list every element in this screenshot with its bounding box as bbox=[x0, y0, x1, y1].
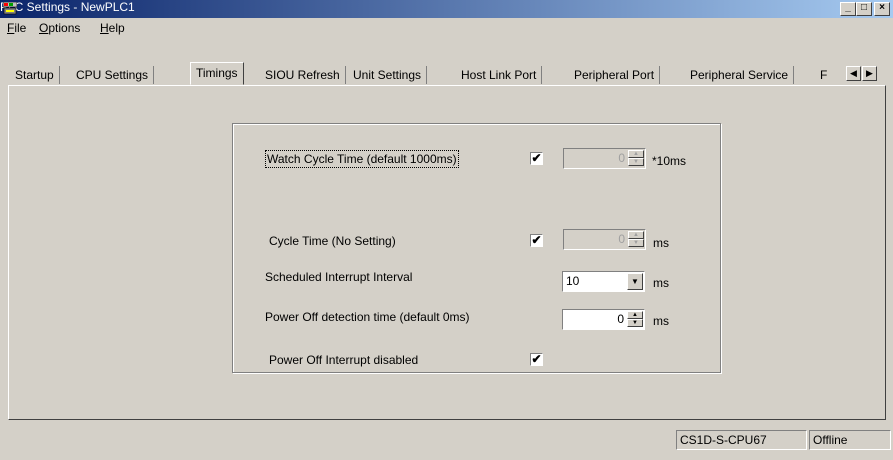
title-bar[interactable]: PLC Settings - NewPLC1 _ □ × bbox=[0, 0, 893, 18]
tab-scroll-right-icon[interactable]: ▶ bbox=[862, 66, 877, 81]
tab-peripheral-port[interactable]: Peripheral Port bbox=[569, 66, 661, 84]
minimize-button[interactable]: _ bbox=[840, 2, 856, 16]
power-off-interrupt-checkbox[interactable]: ✔ bbox=[530, 353, 543, 366]
spin-down-icon[interactable]: ▼ bbox=[628, 158, 644, 166]
cycle-time-spinner[interactable]: 0 ▲ ▼ bbox=[563, 229, 646, 250]
window-title: PLC Settings - NewPLC1 bbox=[0, 0, 135, 14]
timings-groupbox: Watch Cycle Time (default 1000ms) ✔ 0 ▲ … bbox=[232, 123, 721, 373]
cycle-time-label: Cycle Time (No Setting) bbox=[269, 234, 396, 248]
tab-peripheral-service[interactable]: Peripheral Service bbox=[685, 66, 795, 84]
spin-up-icon[interactable]: ▲ bbox=[628, 231, 644, 239]
status-model: CS1D-S-CPU67 bbox=[676, 430, 807, 450]
tab-timings[interactable]: Timings bbox=[190, 62, 244, 85]
plc-settings-icon bbox=[3, 2, 17, 15]
scheduled-interrupt-label: Scheduled Interrupt Interval bbox=[265, 270, 413, 284]
cycle-time-unit: ms bbox=[653, 236, 669, 250]
status-bar: CS1D-S-CPU67 Offline bbox=[0, 427, 893, 460]
power-off-detect-spinner[interactable]: 0 ▲ ▼ bbox=[562, 309, 645, 330]
menu-options[interactable]: Options bbox=[39, 21, 80, 35]
spin-up-icon[interactable]: ▲ bbox=[628, 150, 644, 158]
tab-unit-settings[interactable]: Unit Settings bbox=[348, 66, 428, 84]
close-button[interactable]: × bbox=[874, 2, 890, 16]
watch-cycle-checkbox[interactable]: ✔ bbox=[530, 152, 543, 165]
spin-down-icon[interactable]: ▼ bbox=[627, 319, 643, 327]
tab-startup[interactable]: Startup bbox=[10, 66, 60, 84]
tab-siou-refresh[interactable]: SIOU Refresh bbox=[260, 66, 346, 84]
menu-file[interactable]: File bbox=[7, 21, 26, 35]
cycle-time-value: 0 bbox=[618, 232, 625, 246]
tab-overflow[interactable]: F bbox=[815, 66, 832, 84]
spin-arrows-icon[interactable]: ▲ ▼ bbox=[628, 231, 644, 248]
scheduled-interrupt-unit: ms bbox=[653, 276, 669, 290]
power-off-detect-value: 0 bbox=[617, 312, 624, 326]
menu-help-label: Help bbox=[100, 21, 125, 35]
spin-down-icon[interactable]: ▼ bbox=[628, 239, 644, 247]
power-off-detect-label: Power Off detection time (default 0ms) bbox=[265, 310, 470, 324]
menu-help[interactable]: Help bbox=[100, 21, 125, 35]
watch-cycle-unit: *10ms bbox=[652, 154, 687, 168]
tab-host-link-port[interactable]: Host Link Port bbox=[456, 66, 543, 84]
chevron-down-icon[interactable]: ▼ bbox=[627, 273, 643, 290]
menu-options-label: Options bbox=[39, 21, 81, 35]
watch-cycle-value: 0 bbox=[618, 151, 625, 165]
menu-bar: File Options Help bbox=[0, 18, 893, 38]
spin-arrows-icon[interactable]: ▲ ▼ bbox=[628, 150, 644, 167]
power-off-detect-unit: ms bbox=[653, 314, 669, 328]
spin-arrows-icon[interactable]: ▲ ▼ bbox=[627, 311, 643, 328]
tab-scroll-left-icon[interactable]: ◀ bbox=[846, 66, 861, 81]
menu-file-label: File bbox=[7, 21, 27, 35]
cycle-time-checkbox[interactable]: ✔ bbox=[530, 234, 543, 247]
spin-up-icon[interactable]: ▲ bbox=[627, 311, 643, 319]
tab-strip: Startup CPU Settings Timings SIOU Refres… bbox=[8, 62, 886, 85]
watch-cycle-label: Watch Cycle Time (default 1000ms) bbox=[265, 150, 459, 168]
scheduled-interrupt-select[interactable]: 10 ▼ bbox=[562, 271, 645, 292]
maximize-button[interactable]: □ bbox=[856, 2, 872, 16]
power-off-interrupt-label: Power Off Interrupt disabled bbox=[269, 353, 419, 367]
status-mode: Offline bbox=[809, 430, 891, 450]
tab-cpu-settings[interactable]: CPU Settings bbox=[71, 66, 155, 84]
watch-cycle-spinner[interactable]: 0 ▲ ▼ bbox=[563, 148, 646, 169]
scheduled-interrupt-value: 10 bbox=[566, 274, 580, 288]
